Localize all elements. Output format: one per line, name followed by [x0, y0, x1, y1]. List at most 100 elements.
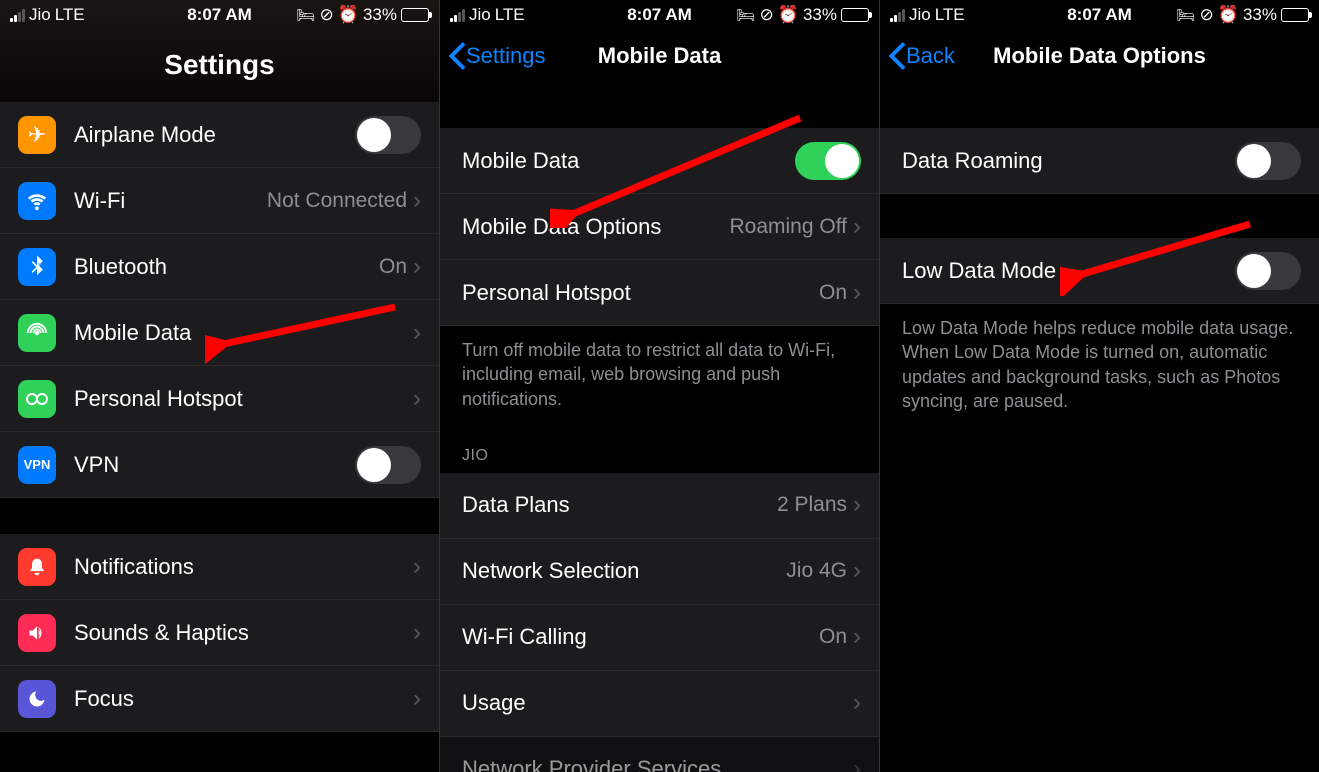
row-label: Data Plans: [462, 492, 777, 518]
chevron-right-icon: ›: [413, 319, 421, 347]
row-network-selection[interactable]: Network Selection Jio 4G ›: [440, 539, 879, 605]
focus-icon: [18, 680, 56, 718]
carrier-label: Jio: [909, 5, 931, 25]
vpn-toggle[interactable]: [355, 446, 421, 484]
row-airplane-mode[interactable]: ✈ Airplane Mode: [0, 102, 439, 168]
row-label: Personal Hotspot: [462, 280, 819, 306]
row-mobile-data[interactable]: Mobile Data ›: [0, 300, 439, 366]
bed-icon: 🛏: [1177, 6, 1196, 24]
row-wifi[interactable]: Wi-Fi Not Connected ›: [0, 168, 439, 234]
status-bar: Jio LTE 8:07 AM 🛏 ⊘ ⏰ 33%: [880, 0, 1319, 30]
row-mobile-data-options[interactable]: Mobile Data Options Roaming Off ›: [440, 194, 879, 260]
screen-settings: Jio LTE 8:07 AM 🛏 ⊘ ⏰ 33% Settings ✈ Air…: [0, 0, 440, 772]
section-header: JIO: [440, 423, 879, 473]
row-value: On: [819, 281, 847, 305]
low-data-toggle[interactable]: [1235, 252, 1301, 290]
row-label: Mobile Data Options: [462, 214, 730, 240]
network-type: LTE: [495, 5, 525, 25]
row-mobile-data-toggle[interactable]: Mobile Data: [440, 128, 879, 194]
row-low-data-mode[interactable]: Low Data Mode: [880, 238, 1319, 304]
chevron-right-icon: ›: [413, 619, 421, 647]
row-label: VPN: [74, 452, 355, 478]
row-focus[interactable]: Focus ›: [0, 666, 439, 732]
status-bar: Jio LTE 8:07 AM 🛏 ⊘ ⏰ 33%: [440, 0, 879, 30]
chevron-right-icon: ›: [413, 187, 421, 215]
status-time: 8:07 AM: [627, 5, 692, 25]
row-value: Jio 4G: [786, 559, 847, 583]
back-button[interactable]: Settings: [448, 42, 546, 70]
back-button[interactable]: Back: [888, 42, 955, 70]
alarm-icon: ⏰: [338, 5, 359, 25]
vpn-icon: VPN: [18, 446, 56, 484]
airplane-toggle[interactable]: [355, 116, 421, 154]
signal-icon: [450, 8, 465, 22]
page-title: Mobile Data Options: [993, 43, 1206, 69]
roaming-toggle[interactable]: [1235, 142, 1301, 180]
row-wifi-calling[interactable]: Wi-Fi Calling On ›: [440, 605, 879, 671]
back-label: Settings: [466, 43, 546, 69]
orientation-lock-icon: ⊘: [1200, 5, 1214, 25]
alarm-icon: ⏰: [1218, 5, 1239, 25]
chevron-right-icon: ›: [413, 253, 421, 281]
carrier-label: Jio: [469, 5, 491, 25]
row-data-roaming[interactable]: Data Roaming: [880, 128, 1319, 194]
status-time: 8:07 AM: [1067, 5, 1132, 25]
row-label: Airplane Mode: [74, 122, 355, 148]
battery-pct: 33%: [363, 5, 397, 25]
row-network-provider-services[interactable]: Network Provider Services ›: [440, 737, 879, 772]
row-label: Focus: [74, 686, 413, 712]
orientation-lock-icon: ⊘: [760, 5, 774, 25]
page-title: Mobile Data: [598, 43, 721, 69]
network-type: LTE: [55, 5, 85, 25]
battery-pct: 33%: [803, 5, 837, 25]
row-data-plans[interactable]: Data Plans 2 Plans ›: [440, 473, 879, 539]
airplane-icon: ✈: [18, 116, 56, 154]
footer-text: Low Data Mode helps reduce mobile data u…: [880, 304, 1319, 425]
back-label: Back: [906, 43, 955, 69]
battery-icon: [841, 8, 869, 22]
cellular-icon: [18, 314, 56, 352]
chevron-right-icon: ›: [853, 557, 861, 585]
row-personal-hotspot[interactable]: Personal Hotspot On ›: [440, 260, 879, 326]
chevron-right-icon: ›: [853, 689, 861, 717]
mobile-data-toggle[interactable]: [795, 142, 861, 180]
screen-mobile-data: Jio LTE 8:07 AM 🛏 ⊘ ⏰ 33% Settings Mobil…: [440, 0, 880, 772]
row-label: Low Data Mode: [902, 258, 1235, 284]
battery-pct: 33%: [1243, 5, 1277, 25]
row-value: 2 Plans: [777, 493, 847, 517]
row-personal-hotspot[interactable]: Personal Hotspot ›: [0, 366, 439, 432]
row-label: Mobile Data: [74, 320, 413, 346]
bluetooth-icon: [18, 248, 56, 286]
chevron-right-icon: ›: [853, 279, 861, 307]
alarm-icon: ⏰: [778, 5, 799, 25]
chevron-right-icon: ›: [853, 623, 861, 651]
row-label: Network Selection: [462, 558, 786, 584]
row-vpn[interactable]: VPN VPN: [0, 432, 439, 498]
row-label: Mobile Data: [462, 148, 795, 174]
chevron-right-icon: ›: [853, 491, 861, 519]
chevron-right-icon: ›: [853, 213, 861, 241]
battery-icon: [1281, 8, 1309, 22]
row-usage[interactable]: Usage ›: [440, 671, 879, 737]
orientation-lock-icon: ⊘: [320, 5, 334, 25]
bed-icon: 🛏: [297, 6, 316, 24]
chevron-left-icon: [888, 42, 906, 70]
row-label: Network Provider Services: [462, 756, 853, 772]
page-title: Settings: [0, 30, 439, 100]
chevron-right-icon: ›: [413, 553, 421, 581]
screen-mobile-data-options: Jio LTE 8:07 AM 🛏 ⊘ ⏰ 33% Back Mobile Da…: [880, 0, 1319, 772]
row-bluetooth[interactable]: Bluetooth On ›: [0, 234, 439, 300]
notifications-icon: [18, 548, 56, 586]
sounds-icon: [18, 614, 56, 652]
nav-bar: Back Mobile Data Options: [880, 30, 1319, 82]
row-label: Data Roaming: [902, 148, 1235, 174]
chevron-right-icon: ›: [413, 385, 421, 413]
row-label: Personal Hotspot: [74, 386, 413, 412]
row-label: Usage: [462, 690, 853, 716]
row-notifications[interactable]: Notifications ›: [0, 534, 439, 600]
row-sounds[interactable]: Sounds & Haptics ›: [0, 600, 439, 666]
network-type: LTE: [935, 5, 965, 25]
wifi-icon: [18, 182, 56, 220]
battery-icon: [401, 8, 429, 22]
signal-icon: [10, 8, 25, 22]
